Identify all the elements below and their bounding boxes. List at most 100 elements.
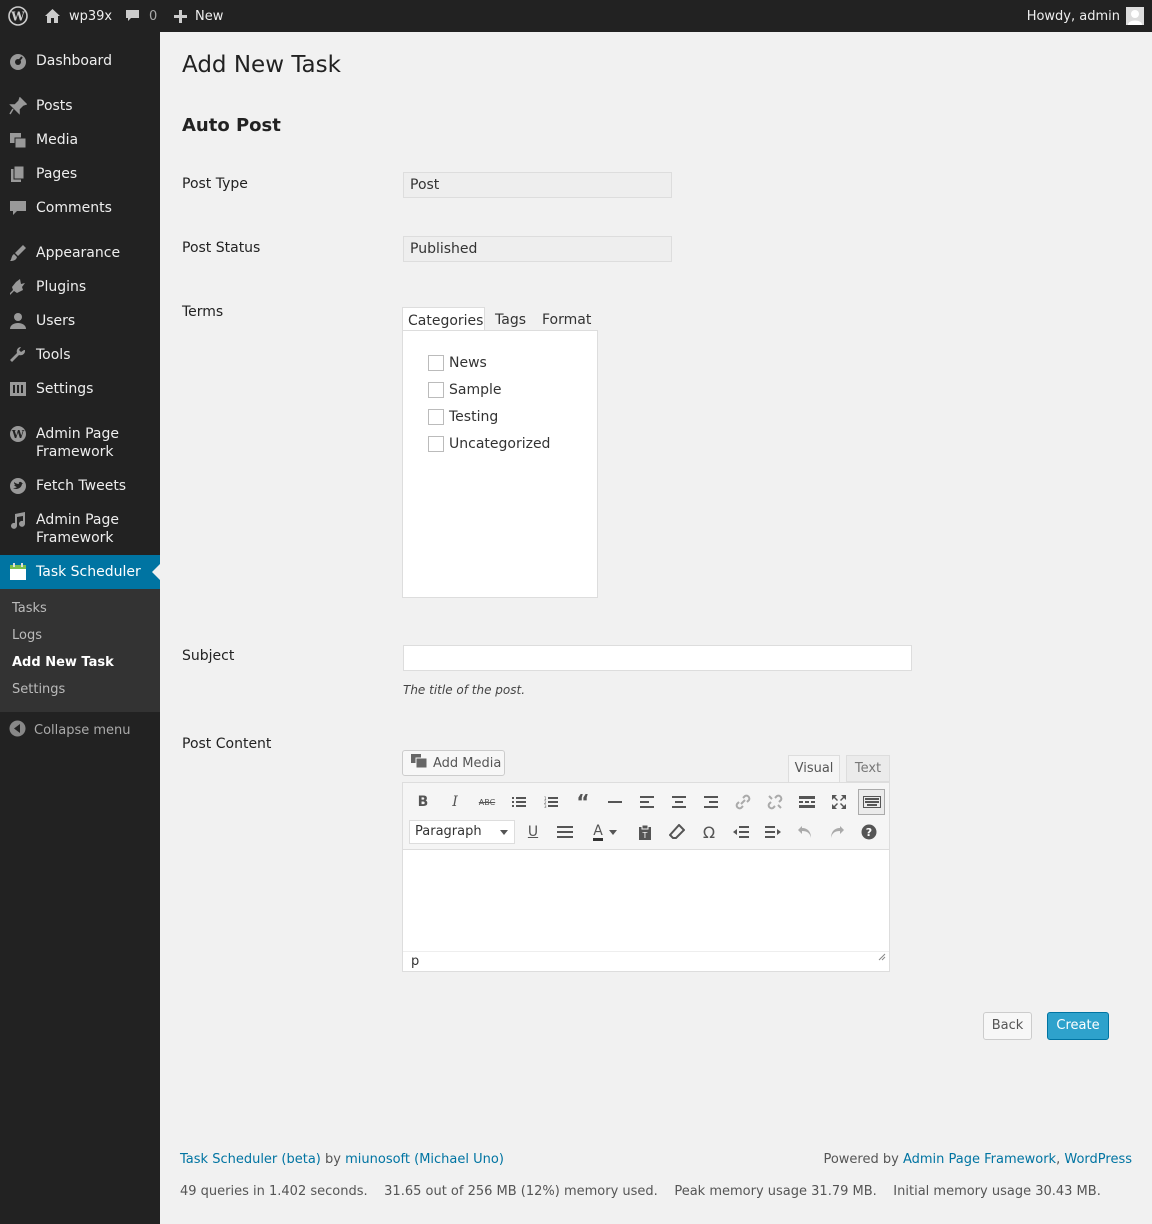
sidebar-item-settings[interactable]: Settings [0,376,160,402]
new-content-link[interactable]: New [174,0,223,32]
sidebar-item-label: Dashboard [36,53,112,69]
align-right-icon[interactable] [699,790,723,814]
toolbar-toggle-icon[interactable] [858,789,885,815]
subject-description: The title of the post. [403,683,526,697]
sidebar-item-posts[interactable]: Posts [0,93,160,119]
comment-icon [9,199,27,217]
label-line-2: Framework [36,444,114,460]
collapse-menu-button[interactable]: Collapse menu [9,720,131,741]
editor-body[interactable] [403,851,889,951]
sidebar-item-media[interactable]: Media [0,127,160,153]
blockquote-icon[interactable]: “ [571,790,595,814]
horizontal-line-icon[interactable] [603,790,627,814]
subject-label: Subject [182,648,235,664]
comment-bubble-icon [125,9,140,23]
outdent-icon[interactable] [729,820,753,844]
site-name: wp39x [69,8,113,24]
sidebar-item-comments[interactable]: Comments [0,195,160,221]
category-item-testing[interactable]: Testing [428,409,498,425]
label-line-1: Admin Page [36,426,119,442]
checkbox[interactable] [428,355,444,371]
bold-icon[interactable]: B [411,790,435,814]
apf-link[interactable]: Admin Page Framework [903,1152,1056,1167]
sidebar-item-label: Task Scheduler [36,564,141,580]
submenu-tasks[interactable]: Tasks [12,601,47,616]
numbered-list-icon[interactable]: 123 [539,790,563,814]
checkbox[interactable] [428,409,444,425]
back-button[interactable]: Back [983,1012,1032,1040]
redo-icon[interactable] [825,820,849,844]
justify-icon[interactable] [553,820,577,844]
sidebar-item-task-scheduler[interactable]: Task Scheduler [0,555,160,589]
unlink-icon[interactable] [763,790,787,814]
wordpress-link[interactable]: WordPress [1064,1152,1132,1167]
post-status-label: Post Status [182,240,261,256]
category-item-news[interactable]: News [428,355,487,371]
tab-format[interactable]: Format [542,307,591,331]
paragraph-format-value: Paragraph [415,824,482,839]
element-path: p [411,954,420,969]
sidebar-item-admin-page-framework-1[interactable]: W Admin Page Framework [0,421,160,465]
svg-text:?: ? [866,826,872,839]
resize-handle-icon[interactable] [878,948,886,968]
sidebar-item-plugins[interactable]: Plugins [0,274,160,300]
sidebar-item-fetch-tweets[interactable]: Fetch Tweets [0,473,160,499]
tab-visual[interactable]: Visual [788,755,840,782]
bullet-list-icon[interactable] [507,790,531,814]
sidebar-item-label: Users [36,313,76,329]
text-color-icon[interactable]: A [585,820,625,844]
author-link[interactable]: miunosoft (Michael Uno) [345,1152,504,1167]
sidebar-item-label: Fetch Tweets [36,478,127,494]
underline-icon[interactable]: U [521,820,545,844]
site-home-link[interactable]: wp39x [44,0,112,32]
category-label: News [449,355,487,371]
tab-text[interactable]: Text [846,755,890,782]
category-label: Testing [449,409,499,425]
submenu-add-new-task[interactable]: Add New Task [12,655,114,670]
twitter-icon [9,477,27,495]
account-menu[interactable]: Howdy, admin [1027,0,1144,32]
align-left-icon[interactable] [635,790,659,814]
help-icon[interactable]: ? [857,820,881,844]
fullscreen-icon[interactable] [827,790,851,814]
link-icon[interactable] [731,790,755,814]
paste-as-text-icon[interactable]: T [633,820,657,844]
comments-count: 0 [149,8,158,24]
sidebar-item-admin-page-framework-2[interactable]: Admin Page Framework [0,507,160,551]
comments-link[interactable]: 0 [125,0,157,32]
special-character-icon[interactable]: Ω [697,820,721,844]
undo-icon[interactable] [793,820,817,844]
tab-tags[interactable]: Tags [495,307,526,331]
create-button[interactable]: Create [1047,1012,1109,1040]
post-type-label: Post Type [182,176,248,192]
brush-icon [9,244,27,262]
indent-icon[interactable] [761,820,785,844]
submenu-logs[interactable]: Logs [12,628,42,643]
submenu-settings[interactable]: Settings [12,682,65,697]
sidebar-item-appearance[interactable]: Appearance [0,240,160,266]
plugin-link[interactable]: Task Scheduler (beta) [180,1152,321,1167]
sidebar-item-pages[interactable]: Pages [0,161,160,187]
subject-input[interactable] [403,645,912,671]
post-status-field: Published [403,236,672,262]
sidebar-item-tools[interactable]: Tools [0,342,160,368]
clear-formatting-icon[interactable] [665,820,689,844]
category-label: Uncategorized [449,436,551,452]
pages-icon [9,165,27,183]
read-more-icon[interactable] [795,790,819,814]
checkbox[interactable] [428,436,444,452]
category-item-sample[interactable]: Sample [428,382,502,398]
align-center-icon[interactable] [667,790,691,814]
checkbox[interactable] [428,382,444,398]
chevron-down-icon [500,830,508,839]
calendar-icon [9,563,27,581]
paragraph-format-select[interactable]: Paragraph [409,820,515,844]
add-media-button[interactable]: Add Media [402,750,505,776]
sidebar-item-users[interactable]: Users [0,308,160,334]
wordpress-logo-icon[interactable]: W [8,0,28,32]
category-item-uncategorized[interactable]: Uncategorized [428,436,550,452]
italic-icon[interactable]: I [443,790,467,814]
tab-categories[interactable]: Categories [402,307,485,331]
sidebar-item-dashboard[interactable]: Dashboard [0,48,160,74]
strikethrough-icon[interactable]: ABC [475,790,499,814]
